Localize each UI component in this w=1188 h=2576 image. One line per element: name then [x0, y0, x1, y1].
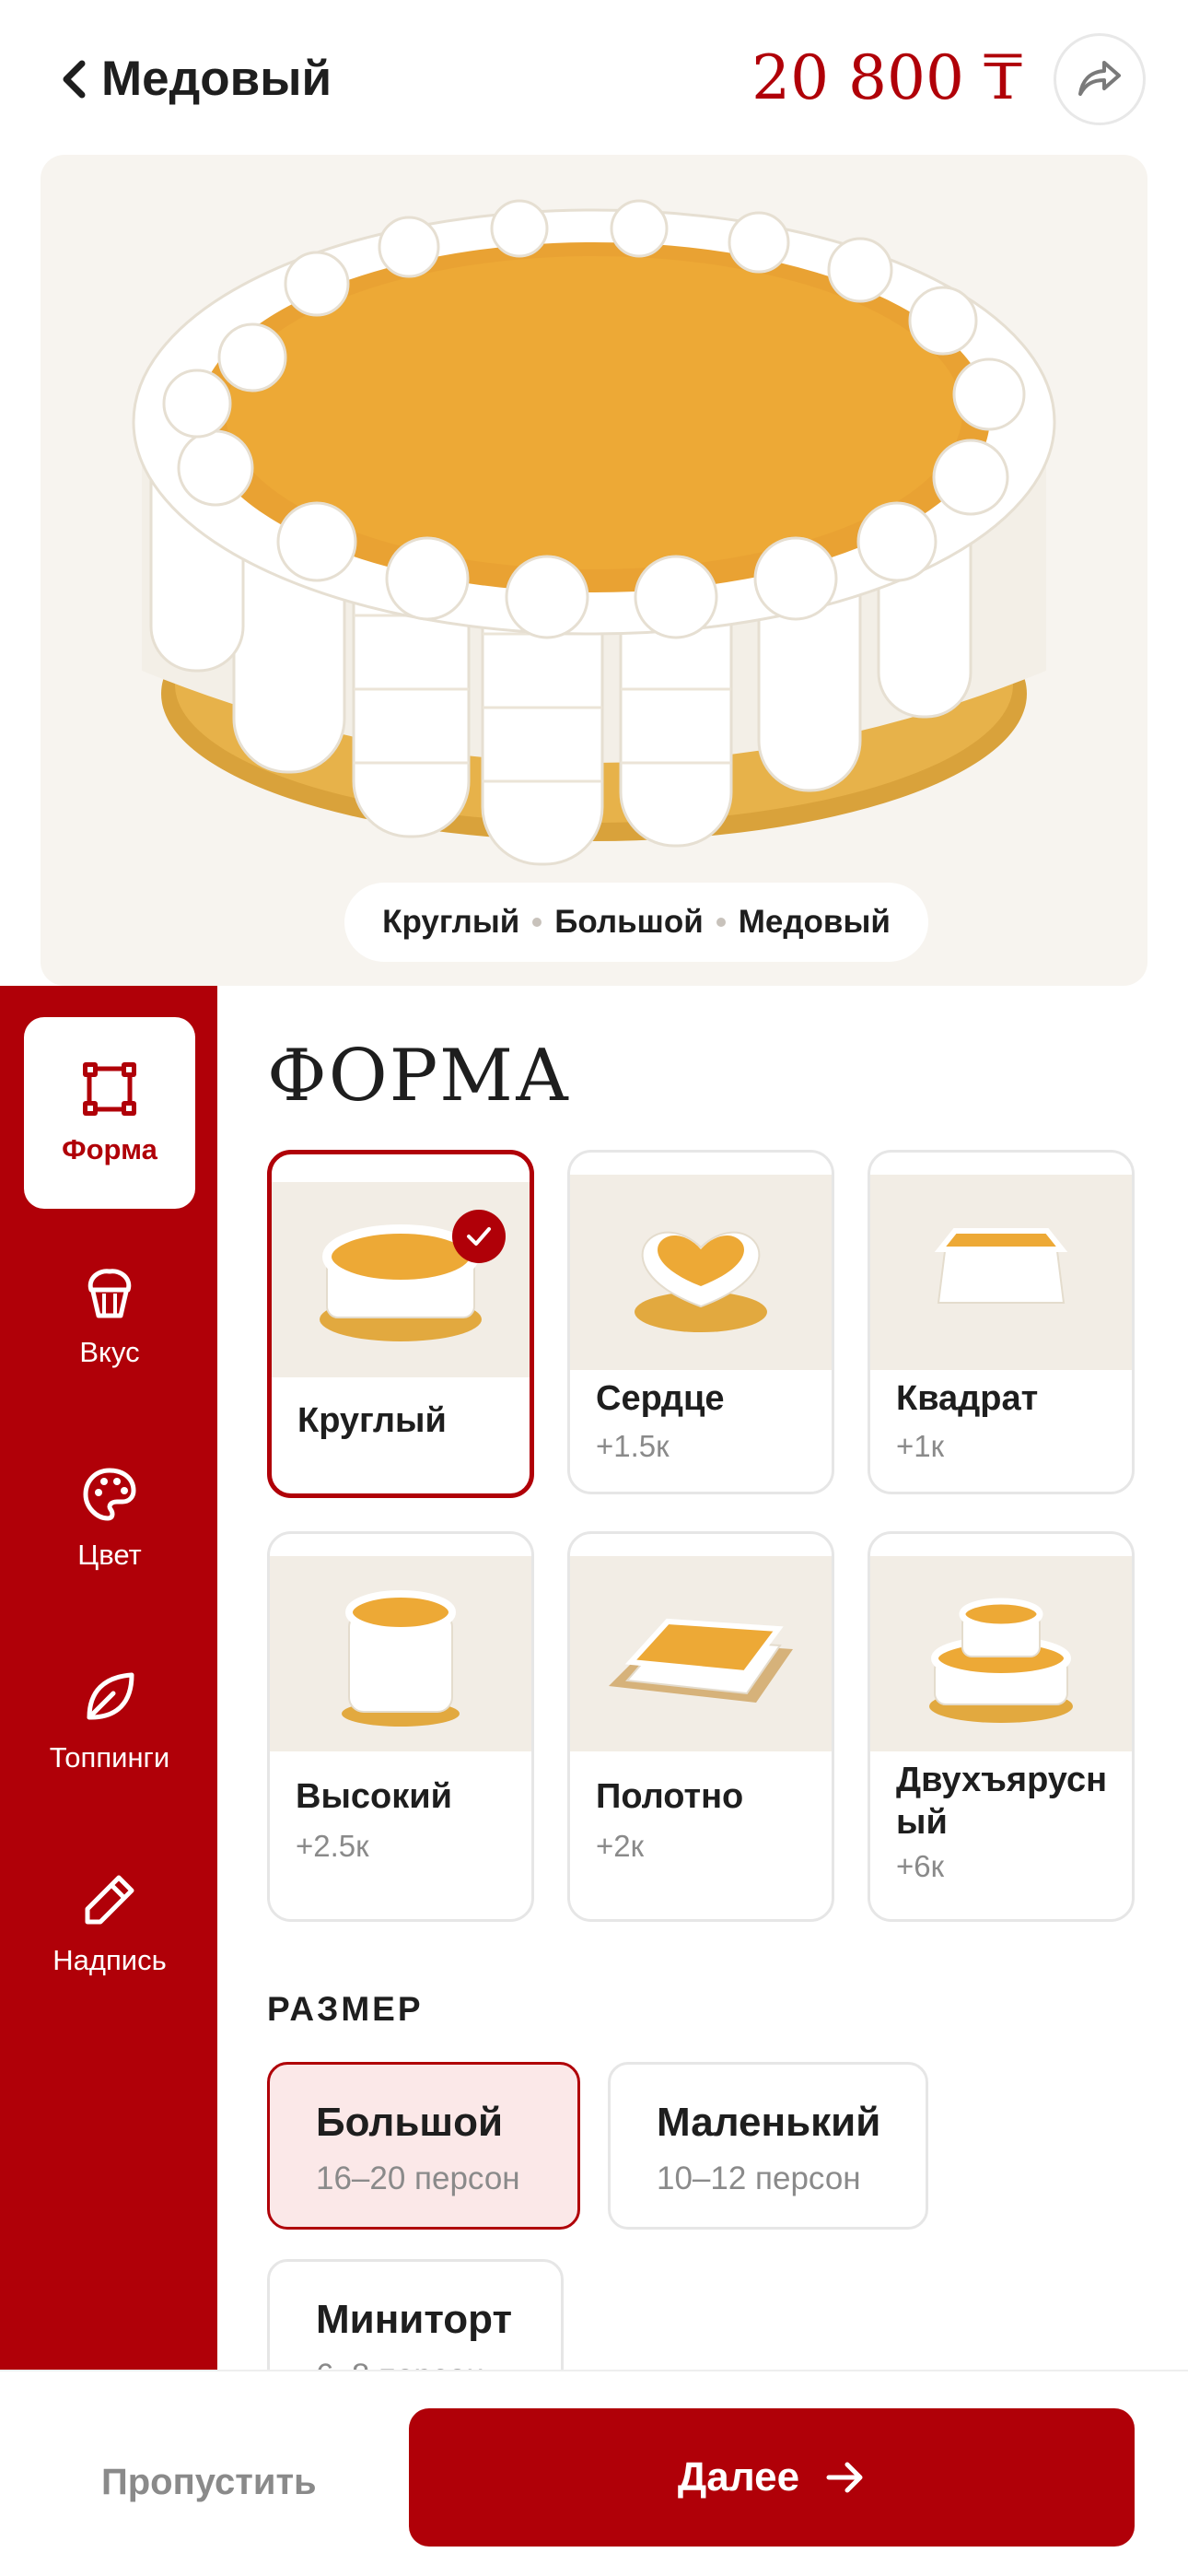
- selection-summary: Круглый Большой Медовый: [344, 883, 928, 962]
- shape-option-name: Высокий: [296, 1777, 452, 1816]
- shape-image: [570, 1175, 832, 1370]
- sidebar-item-shape[interactable]: Форма: [24, 1017, 195, 1209]
- share-icon: [1078, 61, 1121, 96]
- shape-option-round[interactable]: Круглый: [267, 1150, 534, 1498]
- skip-button[interactable]: Пропустить: [101, 2462, 317, 2503]
- shape-image: [272, 1182, 530, 1377]
- summary-shape: Круглый: [382, 904, 520, 940]
- arrow-right-icon: [826, 2462, 863, 2493]
- shape-image: [570, 1556, 832, 1751]
- sidebar-item-flavor[interactable]: Вкус: [24, 1220, 195, 1411]
- size-option-persons: 16–20 персон: [316, 2160, 520, 2196]
- tall-cake-image: [342, 1590, 460, 1727]
- shape-option-price: +2к: [596, 1829, 645, 1863]
- header: Медовый 20 800 ₸: [0, 0, 1188, 155]
- sidebar-item-label: Топпинги: [49, 1741, 170, 1774]
- size-option-name: Большой: [316, 2100, 504, 2145]
- sheet-cake-image: [609, 1618, 793, 1703]
- pencil-icon: [85, 1875, 134, 1925]
- sidebar-item-toppings[interactable]: Топпинги: [24, 1625, 195, 1817]
- leaf-icon: [87, 1672, 134, 1720]
- chevron-left-icon: [63, 60, 86, 99]
- separator-dot: [532, 918, 542, 927]
- shape-option-price: +1к: [896, 1429, 945, 1463]
- total-price: 20 800 ₸: [751, 42, 1022, 113]
- shape-option-tall[interactable]: Высокий +2.5к: [267, 1531, 534, 1922]
- shape-option-price: +1.5к: [596, 1429, 670, 1463]
- summary-flavor: Медовый: [738, 904, 891, 940]
- size-option-name: Маленький: [657, 2100, 881, 2145]
- sidebar-item-label: Надпись: [52, 1944, 167, 1976]
- shape-option-name: Квадрат: [896, 1379, 1039, 1418]
- cake-preview: Круглый Большой Медовый: [41, 155, 1147, 986]
- separator-dot: [716, 918, 726, 927]
- cake-image: [132, 199, 1056, 866]
- bottom-action-bar: Пропустить Далее: [0, 2370, 1188, 2576]
- size-option-large[interactable]: Большой 16–20 персон: [267, 2062, 580, 2230]
- size-option-name: Миниторт: [316, 2297, 513, 2342]
- shape-option-name: Двухъярусн ый: [896, 1761, 1108, 1842]
- heart-cake-image: [635, 1231, 767, 1332]
- section-title-shape: ФОРМА: [267, 1035, 572, 1118]
- shape-option-name: Круглый: [297, 1401, 447, 1440]
- palette-icon: [83, 1468, 136, 1521]
- shape-image: [270, 1556, 531, 1751]
- sidebar-item-label: Цвет: [77, 1539, 142, 1571]
- shape-option-name: Сердце: [596, 1379, 725, 1418]
- sidebar-item-label: Форма: [62, 1133, 157, 1165]
- shape-image: [870, 1556, 1132, 1751]
- back-button[interactable]: [46, 50, 101, 109]
- shape-option-square[interactable]: Квадрат +1к: [868, 1150, 1135, 1494]
- shape-option-sheet[interactable]: Полотно +2к: [567, 1531, 834, 1922]
- size-option-persons: 10–12 персон: [657, 2160, 861, 2196]
- summary-size: Большой: [554, 904, 704, 940]
- share-button[interactable]: [1054, 33, 1146, 125]
- section-title-size: РАЗМЕР: [267, 1990, 424, 2028]
- shape-option-two-tier[interactable]: Двухъярусн ый +6к: [868, 1531, 1135, 1922]
- shape-option-heart[interactable]: Сердце +1.5к: [567, 1150, 834, 1494]
- shape-option-price: +2.5к: [296, 1829, 369, 1863]
- next-button-label: Далее: [677, 2454, 800, 2500]
- two-tier-cake-image: [929, 1598, 1073, 1723]
- shape-option-price: +6к: [896, 1849, 945, 1883]
- cupcake-icon: [87, 1269, 132, 1318]
- shape-icon: [83, 1062, 136, 1116]
- page-title: Медовый: [101, 52, 332, 106]
- sidebar-item-color[interactable]: Цвет: [24, 1423, 195, 1614]
- size-option-small[interactable]: Маленький 10–12 персон: [608, 2062, 928, 2230]
- selected-check-icon: [452, 1210, 506, 1263]
- sidebar-item-inscription[interactable]: Надпись: [24, 1828, 195, 2020]
- sidebar-nav: Форма Вкус Цвет Топпинги Надпись: [0, 986, 217, 2370]
- next-button[interactable]: Далее: [409, 2408, 1135, 2547]
- square-cake-image: [934, 1228, 1068, 1304]
- sidebar-item-label: Вкус: [79, 1336, 140, 1368]
- shape-option-name: Полотно: [596, 1777, 744, 1816]
- shape-image: [870, 1175, 1132, 1370]
